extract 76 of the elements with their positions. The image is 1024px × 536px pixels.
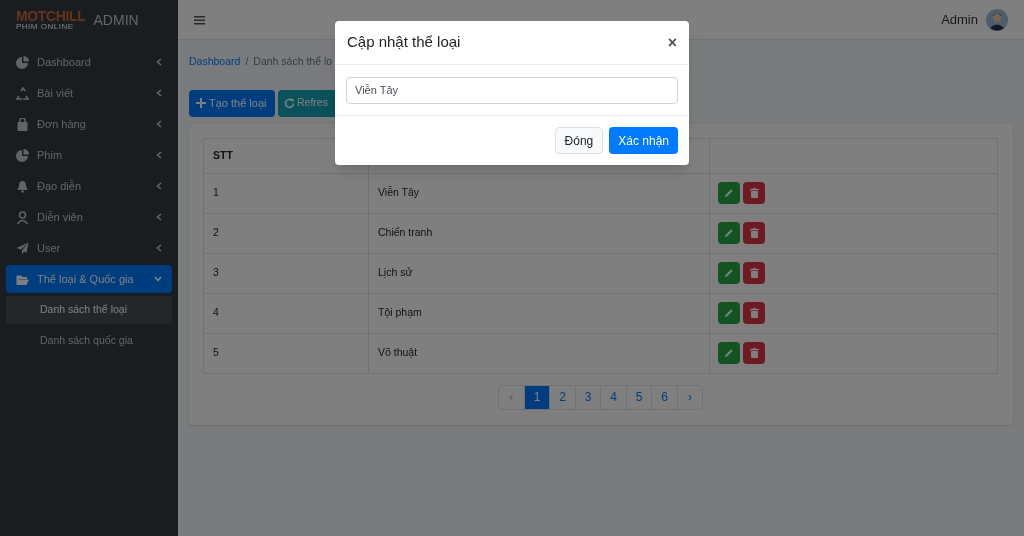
table-cell: 3 — [203, 253, 369, 294]
submenu-item[interactable]: Danh sách quốc gia — [6, 327, 172, 355]
pencil-icon — [724, 308, 734, 319]
plus-icon — [196, 98, 206, 109]
page-button[interactable]: 2 — [549, 384, 576, 410]
bell-icon — [16, 179, 29, 193]
chevron-left-icon — [156, 151, 162, 159]
pencil-icon — [724, 228, 734, 239]
sidebar-item[interactable]: Đạo diễn — [6, 172, 172, 200]
close-button[interactable]: × — [667, 30, 677, 55]
chevron-left-icon — [156, 182, 162, 190]
sidebar-item[interactable]: Đơn hàng — [6, 110, 172, 138]
edit-button[interactable] — [718, 302, 740, 325]
chevron-down-icon — [154, 276, 162, 282]
pie-chart-icon — [16, 55, 29, 69]
table-cell: 1 — [203, 173, 369, 214]
submenu-item[interactable]: Danh sách thể loại — [6, 296, 172, 324]
modal-title: Cập nhật thể loại — [347, 32, 461, 53]
create-button[interactable]: Tạo thể loại — [189, 89, 275, 117]
page-button[interactable]: 6 — [651, 384, 678, 410]
menu-icon[interactable] — [194, 14, 205, 25]
chevron-left-icon — [156, 89, 162, 97]
chevron-left-icon — [156, 120, 162, 128]
recycle-icon — [16, 86, 29, 100]
table-cell: 2 — [203, 213, 369, 254]
edit-button[interactable] — [718, 262, 740, 285]
edit-button[interactable] — [718, 222, 740, 245]
table-cell: Võ thuật — [368, 333, 710, 374]
input-field[interactable]: Viễn Tây — [346, 76, 678, 104]
pencil-icon — [724, 188, 734, 199]
sidebar-item[interactable]: Phim — [6, 141, 172, 169]
confirm-button[interactable]: Xác nhận — [609, 127, 678, 154]
table-cell: 4 — [203, 293, 369, 334]
breadcrumb-separator: / — [245, 54, 249, 69]
user-name[interactable]: Admin — [941, 9, 978, 30]
sidebar-item[interactable]: Bài viết — [6, 79, 172, 107]
user-icon — [16, 210, 29, 224]
avatar-icon[interactable] — [986, 8, 1008, 31]
table-cell: Lịch sử — [368, 253, 710, 294]
breadcrumb-link[interactable]: Dashboard — [189, 54, 241, 70]
pencil-icon — [724, 268, 734, 279]
delete-button[interactable] — [743, 182, 765, 205]
delete-button[interactable] — [743, 342, 765, 365]
sidebar-item[interactable]: Thể loại & Quốc gia — [6, 265, 172, 293]
chevron-left-icon — [156, 244, 162, 252]
logo-text: MOTCHILL — [16, 9, 86, 23]
brand-label: ADMIN — [93, 10, 139, 30]
refresh-icon — [284, 97, 295, 109]
chevron-left-icon — [156, 58, 162, 66]
chevron-left-icon — [156, 213, 162, 221]
pie-chart-icon — [16, 148, 29, 162]
delete-button[interactable] — [743, 302, 765, 325]
trash-icon — [749, 348, 759, 359]
trash-icon — [749, 228, 759, 239]
sidebar-item[interactable]: Diễn viên — [6, 203, 172, 231]
trash-icon — [749, 308, 759, 319]
edit-button[interactable] — [718, 182, 740, 205]
table-cell: Tội phạm — [368, 293, 710, 334]
edit-button[interactable] — [718, 342, 740, 365]
page-button[interactable]: 4 — [600, 384, 627, 410]
table-cell: Viễn Tây — [368, 173, 710, 214]
sidebar-item[interactable]: User — [6, 234, 172, 262]
paper-plane-icon — [16, 241, 29, 255]
table-cell: Chiến tranh — [368, 213, 710, 254]
table-cell: 5 — [203, 333, 369, 374]
pencil-icon — [724, 348, 734, 359]
sidebar-item[interactable]: Dashboard — [6, 48, 172, 76]
logo-tagline: PHIM ONLINE — [16, 23, 75, 31]
trash-icon — [749, 268, 759, 279]
shopping-bag-icon — [16, 117, 29, 131]
close-dialog-button[interactable]: Đóng — [554, 127, 604, 154]
trash-icon — [749, 188, 759, 199]
breadcrumb-current: Danh sách thể lo — [253, 54, 333, 69]
delete-button[interactable] — [743, 222, 765, 245]
page-button[interactable]: › — [676, 384, 704, 410]
delete-button[interactable] — [743, 262, 765, 285]
